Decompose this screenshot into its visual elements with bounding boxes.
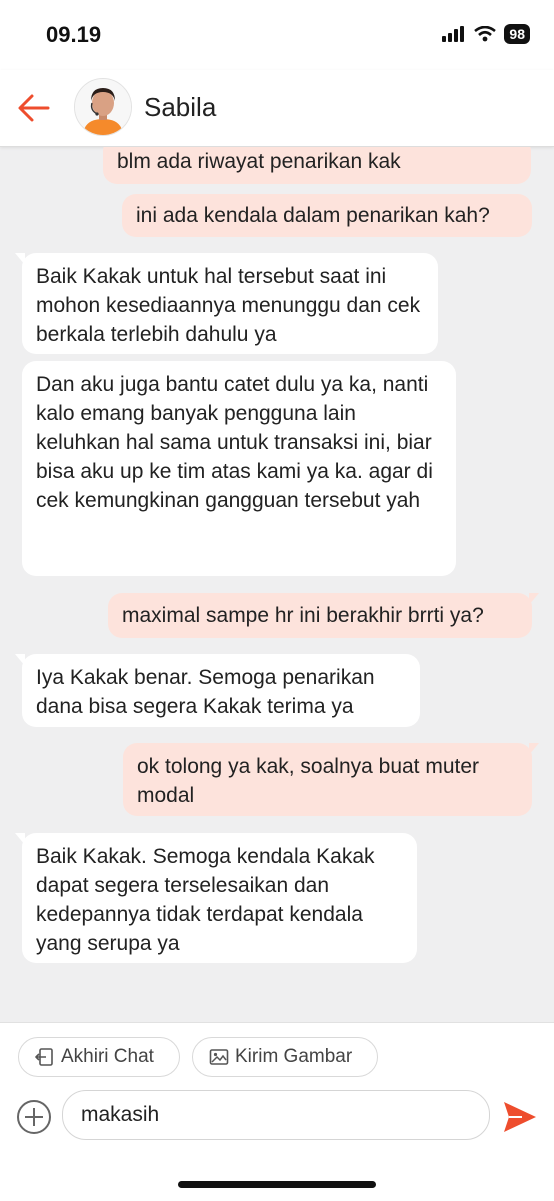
status-bar: 09.19 98 xyxy=(0,0,554,70)
send-image-label: Kirim Gambar xyxy=(235,1046,353,1067)
status-icons: 98 xyxy=(442,24,530,44)
battery-icon: 98 xyxy=(504,24,530,44)
message-incoming: Baik Kakak untuk hal tersebut saat ini m… xyxy=(15,253,438,354)
plus-icon[interactable] xyxy=(16,1099,52,1135)
agent-avatar-icon xyxy=(75,79,131,135)
end-chat-label: Akhiri Chat xyxy=(61,1046,154,1067)
home-indicator xyxy=(178,1181,376,1188)
signal-icon xyxy=(442,26,465,42)
end-chat-button[interactable]: Akhiri Chat xyxy=(18,1037,180,1077)
message-input[interactable]: makasih xyxy=(62,1090,490,1140)
contact-name: Sabila xyxy=(144,92,217,122)
composer-area: Akhiri Chat Kirim Gambar makasih xyxy=(0,1022,554,1201)
exit-icon xyxy=(35,1048,53,1066)
wifi-icon xyxy=(474,26,497,42)
message-outgoing: ini ada kendala dalam penarikan kah? xyxy=(122,194,532,237)
back-arrow-icon[interactable] xyxy=(16,90,52,126)
avatar xyxy=(74,78,132,136)
message-incoming: Dan aku juga bantu catet dulu ya ka, nan… xyxy=(22,361,456,576)
message-outgoing: blm ada riwayat penarikan kak xyxy=(103,147,531,184)
message-outgoing: maximal sampe hr ini berakhir brrti ya? xyxy=(108,593,539,638)
message-incoming: Baik Kakak. Semoga kendala Kakak dapat s… xyxy=(15,833,417,963)
message-incoming: Iya Kakak benar. Semoga penarikan dana b… xyxy=(15,654,420,727)
status-time: 09.19 xyxy=(46,22,102,47)
message-outgoing: ok tolong ya kak, soalnya buat muter mod… xyxy=(123,743,539,816)
chat-header: Sabila xyxy=(0,70,554,147)
send-image-button[interactable]: Kirim Gambar xyxy=(192,1037,378,1077)
send-icon[interactable] xyxy=(502,1100,538,1134)
chat-area[interactable]: blm ada riwayat penarikan kak ini ada ke… xyxy=(0,147,554,1022)
image-icon xyxy=(209,1049,229,1065)
